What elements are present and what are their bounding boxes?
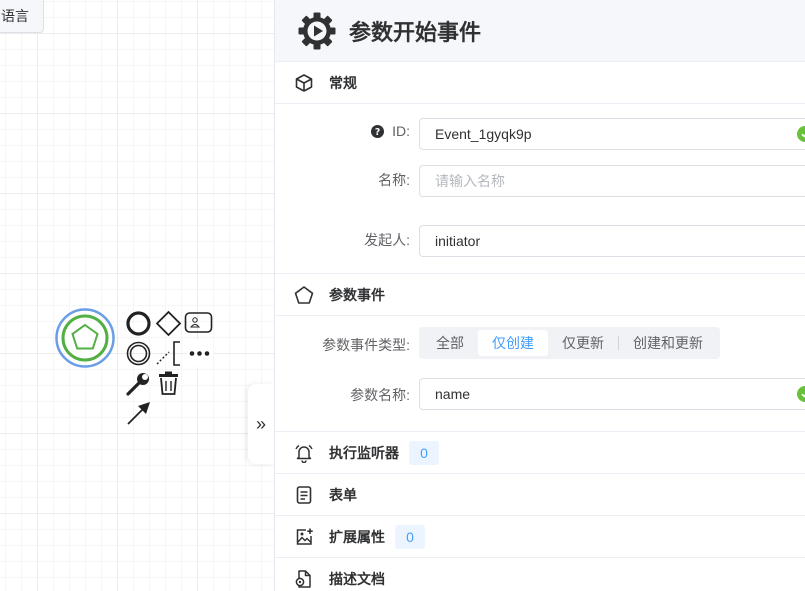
section-header-form[interactable]: 表单	[275, 474, 805, 515]
section-listeners: 执行监听器 0	[275, 432, 805, 474]
start-event-shape[interactable]	[55, 308, 115, 368]
section-title: 表单	[329, 486, 357, 503]
name-input[interactable]: 请输入名称	[419, 165, 805, 197]
field-name: 名称: 请输入名称	[275, 165, 805, 225]
field-label: ? ID:	[371, 123, 410, 139]
panel-toggle-button[interactable]: »	[248, 384, 274, 464]
section-header-doc[interactable]: 描述文档	[275, 558, 805, 591]
language-button[interactable]: 语言	[0, 0, 44, 33]
param-type-segmented: 全部 仅创建 仅更新 创建和更新	[419, 327, 720, 359]
gear-play-icon	[298, 12, 336, 49]
properties-panel: 参数开始事件 常规 ? ID: Event_1gyqk9p 名称: 请输入名称 …	[274, 0, 805, 591]
image-plus-icon	[293, 526, 315, 548]
section-title: 执行监听器	[329, 444, 399, 461]
segment-create-and-update[interactable]: 创建和更新	[619, 330, 717, 356]
initiator-input[interactable]: initiator	[419, 225, 805, 257]
segment-all[interactable]: 全部	[422, 330, 478, 356]
panel-title: 参数开始事件	[349, 19, 482, 45]
list-document-icon	[293, 484, 315, 506]
section-form: 表单	[275, 474, 805, 516]
more-options-icon[interactable]	[186, 340, 213, 367]
listener-count-badge: 0	[409, 440, 439, 465]
question-icon: ?	[371, 124, 385, 138]
field-param-type: 参数事件类型: 全部 仅创建 仅更新 创建和更新	[275, 327, 805, 377]
append-intermediate-event-icon[interactable]	[125, 340, 152, 367]
section-title: 描述文档	[329, 570, 385, 587]
svg-text:?: ?	[375, 126, 380, 137]
panel-header: 参数开始事件	[275, 0, 805, 62]
section-header-extension[interactable]: 扩展属性 0	[275, 516, 805, 557]
field-label: 参数名称:	[350, 387, 410, 403]
section-header-param-event[interactable]: 参数事件	[275, 274, 805, 315]
param-name-input[interactable]: name	[419, 378, 805, 410]
append-end-event-icon[interactable]	[125, 310, 152, 337]
append-task-icon[interactable]	[184, 311, 213, 335]
field-label: 参数事件类型:	[322, 337, 410, 353]
text-annotation-icon[interactable]	[155, 340, 185, 367]
section-title: 扩展属性	[329, 528, 385, 545]
extension-count-badge: 0	[395, 524, 425, 549]
change-type-wrench-icon[interactable]	[125, 370, 152, 397]
section-title: 参数事件	[329, 286, 385, 303]
document-gear-icon	[293, 568, 315, 590]
bell-icon	[293, 442, 315, 464]
section-header-general[interactable]: 常规	[275, 62, 805, 103]
segment-create-only[interactable]: 仅创建	[478, 330, 548, 356]
section-doc: 描述文档	[275, 558, 805, 591]
section-header-listeners[interactable]: 执行监听器 0	[275, 432, 805, 473]
section-param-event: 参数事件 参数事件类型: 全部 仅创建 仅更新 创建和更新 参数名称: name	[275, 274, 805, 432]
connect-arrow-icon[interactable]	[125, 400, 152, 427]
id-input[interactable]: Event_1gyqk9p	[419, 118, 805, 150]
section-title: 常规	[329, 74, 357, 91]
section-general: 常规 ? ID: Event_1gyqk9p 名称: 请输入名称 发起人: in…	[275, 62, 805, 274]
field-initiator: 发起人: initiator	[275, 225, 805, 267]
field-label: 发起人:	[364, 232, 410, 248]
append-gateway-icon[interactable]	[155, 310, 182, 337]
diagram-canvas[interactable]: 语言 »	[0, 0, 274, 591]
cube-icon	[293, 72, 315, 94]
segment-update-only[interactable]: 仅更新	[548, 330, 618, 356]
field-param-name: 参数名称: name	[275, 377, 805, 427]
field-id: ? ID: Event_1gyqk9p	[275, 115, 805, 165]
section-extension: 扩展属性 0	[275, 516, 805, 558]
field-label: 名称:	[378, 172, 410, 188]
delete-trash-icon[interactable]	[155, 370, 182, 397]
pentagon-icon	[293, 284, 315, 306]
